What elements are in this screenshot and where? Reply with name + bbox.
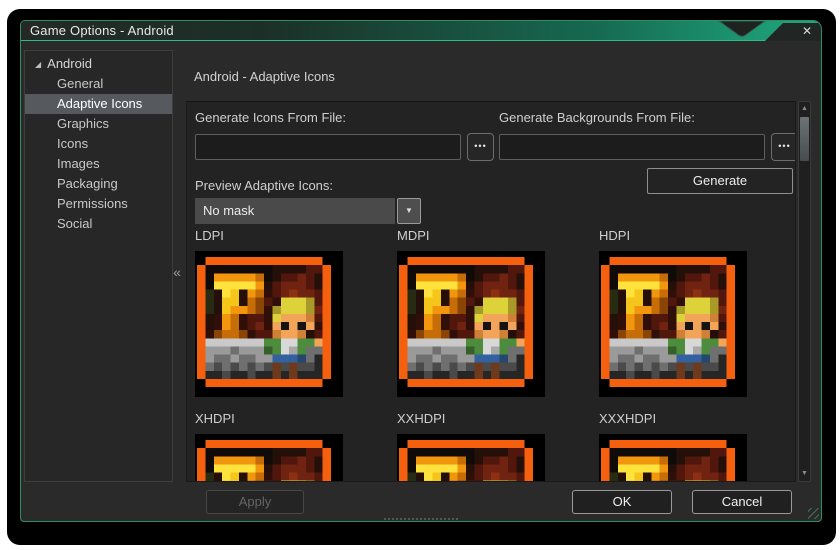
- sidebar-item-images[interactable]: Images: [25, 154, 172, 174]
- preview-mdpi: MDPI: [397, 228, 599, 397]
- sidebar-item-social[interactable]: Social: [25, 214, 172, 234]
- preview-xxhdpi: XXHDPI: [397, 411, 599, 481]
- preview-label: XHDPI: [195, 411, 235, 426]
- vertical-scrollbar[interactable]: ▲ ▼: [798, 101, 811, 482]
- app-icon-art: [601, 257, 735, 387]
- preview-label: XXHDPI: [397, 411, 446, 426]
- browse-icons-button[interactable]: •••: [467, 133, 494, 161]
- app-icon-art: [197, 257, 331, 387]
- sidebar-item-icons[interactable]: Icons: [25, 134, 172, 154]
- tree-root-label: Android: [47, 56, 92, 71]
- game-options-window: Game Options - Android ✕ ◢ Android Genera…: [20, 20, 822, 522]
- adaptive-icon-preview: [397, 434, 545, 481]
- generate-icons-label: Generate Icons From File:: [195, 110, 346, 125]
- chevron-down-icon[interactable]: ▼: [397, 198, 421, 224]
- app-icon-art: [399, 257, 533, 387]
- preview-ldpi: LDPI: [195, 228, 397, 397]
- scroll-down-icon[interactable]: ▼: [799, 468, 810, 480]
- adaptive-icons-panel: Generate Icons From File: Generate Backg…: [186, 101, 796, 482]
- sidebar-item-packaging[interactable]: Packaging: [25, 174, 172, 194]
- ok-button[interactable]: OK: [572, 490, 672, 514]
- app-icon-art: [399, 440, 533, 481]
- scrollbar-thumb[interactable]: [800, 117, 809, 161]
- tree-node-android[interactable]: ◢ Android: [25, 54, 172, 74]
- sidebar-item-graphics[interactable]: Graphics: [25, 114, 172, 134]
- titlebar-notch-decoration: [718, 21, 766, 37]
- resize-grip[interactable]: [808, 508, 819, 519]
- sidebar-item-general[interactable]: General: [25, 74, 172, 94]
- preview-label: LDPI: [195, 228, 224, 243]
- adaptive-icon-preview: [397, 251, 545, 397]
- icon-previews-grid: LDPI MDPI HDPI XHDPI XXHDPI XXXHDPI: [195, 228, 795, 481]
- sidebar-item-permissions[interactable]: Permissions: [25, 194, 172, 214]
- adaptive-icon-preview: [195, 434, 343, 481]
- page-title: Android - Adaptive Icons: [194, 69, 335, 84]
- app-icon-art: [197, 440, 331, 481]
- options-tree-sidebar: ◢ Android General Adaptive Icons Graphics Ic…: [24, 50, 173, 482]
- generate-backgrounds-label: Generate Backgrounds From File:: [499, 110, 695, 125]
- browse-backgrounds-button[interactable]: •••: [771, 133, 795, 161]
- app-icon-art: [601, 440, 735, 481]
- preview-label: XXXHDPI: [599, 411, 657, 426]
- preview-xhdpi: XHDPI: [195, 411, 397, 481]
- sidebar-item-adaptive-icons[interactable]: Adaptive Icons: [25, 94, 172, 114]
- cancel-button[interactable]: Cancel: [692, 490, 792, 514]
- window-title: Game Options - Android: [30, 23, 174, 38]
- adaptive-icon-preview: [599, 251, 747, 397]
- titlebar[interactable]: Game Options - Android ✕: [21, 21, 821, 41]
- sidebar-collapse-icon[interactable]: «: [169, 261, 185, 283]
- preview-label: MDPI: [397, 228, 430, 243]
- generate-button[interactable]: Generate: [647, 168, 793, 194]
- close-icon[interactable]: ✕: [799, 24, 815, 39]
- preview-hdpi: HDPI: [599, 228, 795, 397]
- tree-children: General Adaptive Icons Graphics Icons Images…: [25, 74, 172, 234]
- icons-file-input[interactable]: [195, 134, 461, 160]
- scroll-up-icon[interactable]: ▲: [799, 103, 810, 115]
- mask-dropdown[interactable]: No mask: [195, 198, 395, 224]
- backgrounds-file-input[interactable]: [499, 134, 765, 160]
- tree-expander-icon[interactable]: ◢: [35, 55, 41, 75]
- apply-button[interactable]: Apply: [206, 490, 304, 514]
- adaptive-icon-preview: [195, 251, 343, 397]
- preview-adaptive-icons-label: Preview Adaptive Icons:: [195, 178, 334, 193]
- preview-xxxhdpi: XXXHDPI: [599, 411, 795, 481]
- adaptive-icon-preview: [599, 434, 747, 481]
- preview-label: HDPI: [599, 228, 631, 243]
- resize-handle-strip[interactable]: [384, 518, 458, 521]
